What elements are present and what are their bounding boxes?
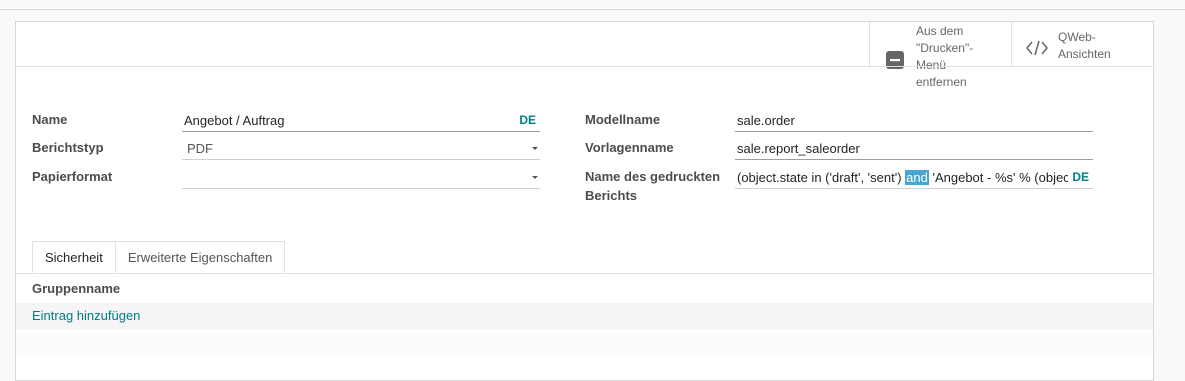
tab-security[interactable]: Sicherheit [32, 241, 116, 274]
printed-report-name-value: (object.state in ('draft', 'sent') and '… [737, 170, 1077, 185]
header-divider [16, 66, 1153, 67]
name-label: Name [32, 112, 68, 127]
tabs-divider [16, 273, 1153, 274]
paper-format-label: Papierformat [32, 169, 113, 184]
report-type-value: PDF [187, 141, 213, 156]
name-lang-button[interactable]: DE [519, 111, 536, 130]
minus-square-icon [884, 49, 906, 71]
tab-advanced-properties[interactable]: Erweiterte Eigenschaften [114, 241, 286, 273]
name-field[interactable]: Angebot / Auftrag DE [182, 111, 540, 132]
remove-from-print-menu-button[interactable]: Aus dem "Drucken"- Menü entfernen [869, 22, 1011, 89]
notebook-tabs: Sicherheit Erweiterte Eigenschaften [32, 241, 286, 274]
report-type-label: Berichtstyp [32, 140, 104, 155]
paper-format-select[interactable] [182, 168, 540, 189]
form-sheet: Aus dem "Drucken"- Menü entfernen QWeb- … [15, 21, 1154, 381]
qweb-views-button[interactable]: QWeb- Ansichten [1011, 22, 1153, 66]
qweb-views-label: QWeb- Ansichten [1058, 30, 1111, 61]
model-name-label: Modellname [585, 112, 661, 127]
template-name-label: Vorlagenname [585, 140, 674, 155]
remove-from-print-menu-label: Aus dem "Drucken"- Menü entfernen [916, 24, 974, 89]
name-value: Angebot / Auftrag [184, 113, 285, 128]
template-name-value: sale.report_saleorder [737, 141, 860, 156]
table-row [16, 303, 1153, 329]
dropdown-caret-icon [532, 176, 538, 179]
report-type-select[interactable]: PDF [182, 139, 540, 160]
printed-name-lang-button[interactable]: DE [1068, 168, 1089, 187]
model-name-field[interactable]: sale.order [735, 111, 1093, 132]
model-name-value: sale.order [737, 113, 795, 128]
table-row [16, 329, 1153, 356]
printed-report-name-field[interactable]: (object.state in ('draft', 'sent') and '… [735, 168, 1093, 189]
template-name-field[interactable]: sale.report_saleorder [735, 139, 1093, 160]
group-name-column-header[interactable]: Gruppenname [32, 281, 120, 296]
code-icon [1026, 37, 1048, 59]
dropdown-caret-icon [532, 147, 538, 150]
add-line-link[interactable]: Eintrag hinzufügen [32, 308, 140, 323]
printed-report-name-label: Name des gedruckten Berichts [585, 169, 721, 203]
button-box: Aus dem "Drucken"- Menü entfernen QWeb- … [869, 22, 1153, 89]
top-divider [0, 9, 1185, 10]
